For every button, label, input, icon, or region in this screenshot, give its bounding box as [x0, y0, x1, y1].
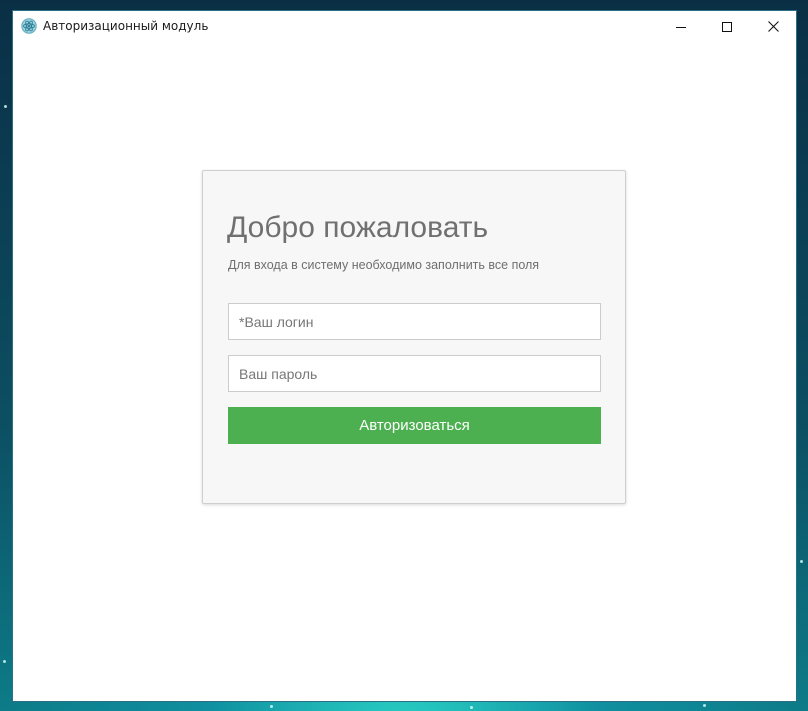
desktop-sparkle — [800, 560, 803, 563]
close-button[interactable] — [750, 11, 796, 42]
minimize-button[interactable] — [658, 11, 704, 42]
form-instructions: Для входа в систему необходимо заполнить… — [228, 258, 540, 272]
desktop-sparkle — [270, 705, 273, 708]
login-card: Добро пожаловать Для входа в систему нео… — [202, 170, 626, 504]
login-button[interactable]: Авторизоваться — [228, 407, 601, 444]
desktop-sparkle — [3, 660, 6, 663]
desktop-sparkle — [470, 706, 473, 709]
login-input[interactable] — [228, 303, 601, 340]
desktop-sparkle — [4, 105, 7, 108]
close-icon — [767, 21, 779, 32]
page-title: Добро пожаловать — [227, 211, 489, 244]
maximize-icon — [722, 21, 732, 32]
app-window: Авторизационный модуль Добро пожаловать … — [12, 10, 797, 702]
window-title: Авторизационный модуль — [43, 19, 209, 33]
title-bar[interactable]: Авторизационный модуль — [13, 11, 796, 42]
password-input[interactable] — [228, 355, 601, 392]
desktop-sparkle — [703, 704, 706, 707]
maximize-button[interactable] — [704, 11, 750, 42]
minimize-icon — [676, 22, 686, 32]
app-logo-icon — [21, 18, 37, 34]
